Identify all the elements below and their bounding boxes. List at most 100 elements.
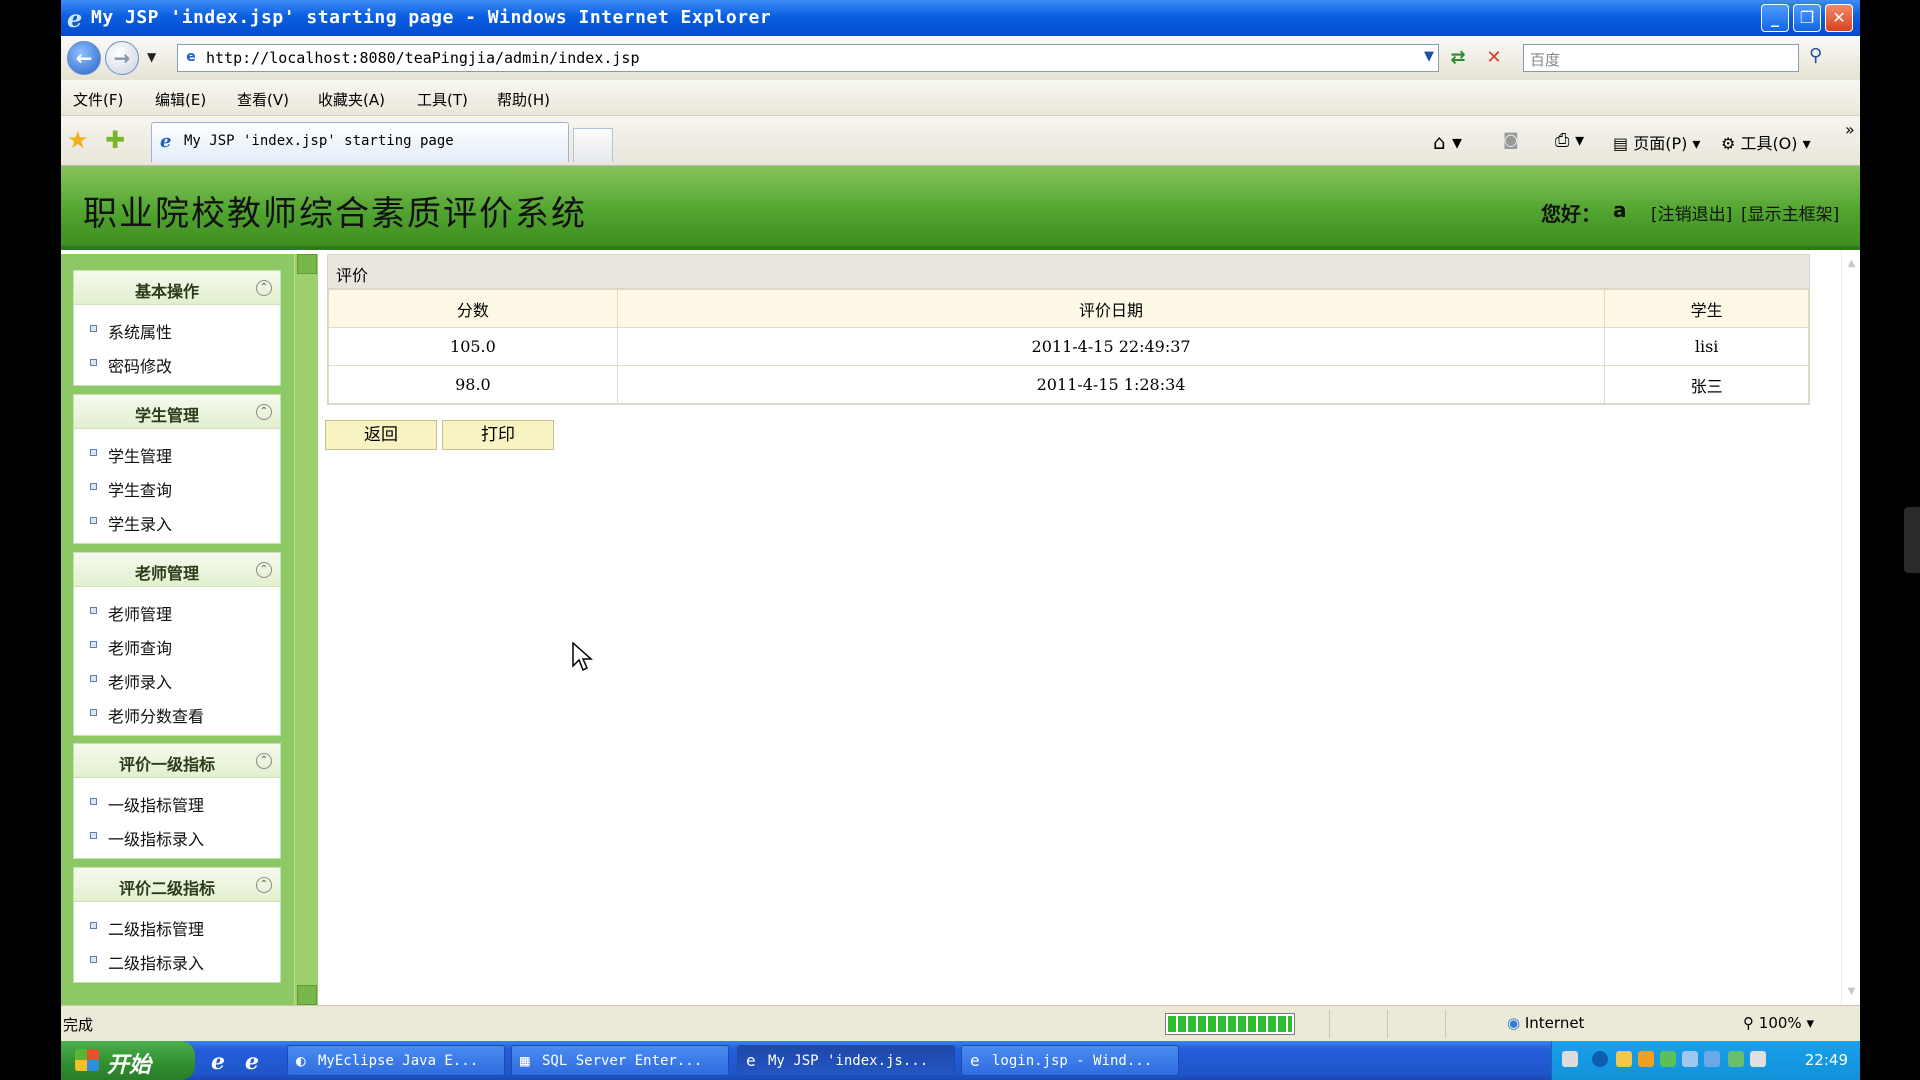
column-header: 评价日期 — [616, 289, 1606, 328]
home-icon[interactable]: ⌂ ▾ — [1433, 130, 1462, 154]
window-title-bar[interactable]: e My JSP 'index.jsp' starting page - Win… — [61, 0, 1860, 36]
tab-current[interactable]: e My JSP 'index.jsp' starting page — [151, 122, 569, 162]
url-field[interactable]: e http://localhost:8080/teaPingjia/admin… — [177, 44, 1439, 72]
sidebar-item-label: 老师查询 — [108, 639, 173, 658]
chevron-more-icon[interactable]: » — [1845, 120, 1855, 139]
monitor-icon[interactable] — [1682, 1051, 1698, 1067]
sidebar-item[interactable]: 学生录入 — [74, 503, 280, 537]
progress-fill — [1168, 1016, 1292, 1032]
stop-icon[interactable]: ✕ — [1481, 46, 1507, 72]
sidebar-group-header[interactable]: 老师管理 ⌃ — [74, 553, 280, 587]
search-icon[interactable]: ⚲ — [1809, 45, 1822, 66]
sidebar-item[interactable]: 学生查询 — [74, 469, 280, 503]
keyboard-icon[interactable] — [1562, 1051, 1578, 1067]
menu-favorites[interactable]: 收藏夹(A) — [318, 89, 385, 110]
sidebar-group-title: 老师管理 — [134, 564, 199, 583]
network-icon[interactable] — [1660, 1051, 1676, 1067]
favorites-star-icon[interactable]: ★ — [67, 126, 89, 154]
sidebar-item[interactable]: 老师分数查看 — [74, 695, 280, 729]
sidebar-item-label: 一级指标录入 — [108, 830, 205, 849]
close-button[interactable]: ✕ — [1825, 4, 1853, 32]
forward-button[interactable]: → — [105, 41, 139, 75]
search-input[interactable]: 百度 — [1523, 44, 1799, 72]
volume-icon[interactable] — [1728, 1051, 1744, 1067]
sidebar-group-header[interactable]: 基本操作 ⌃ — [74, 271, 280, 305]
zoom-icon: ⚲ — [1743, 1014, 1754, 1032]
page-icon: e — [186, 49, 196, 65]
status-divider — [1329, 1010, 1330, 1038]
history-dropdown-icon[interactable]: ▼ — [147, 50, 156, 64]
feeds-icon[interactable]: ◙ — [1503, 130, 1519, 149]
scroll-down-icon[interactable]: ▼ — [1844, 986, 1859, 1001]
quicklaunch-ie-icon[interactable]: e — [211, 1049, 225, 1075]
menu-file[interactable]: 文件(F) — [73, 89, 123, 110]
sidebar-item[interactable]: 二级指标管理 — [74, 908, 280, 942]
main-content: 评价 分数 评价日期 学生 105.0 2011-4-15 22:49:37 l… — [325, 254, 1842, 1005]
show-frame-link[interactable]: [显示主框架] — [1741, 200, 1839, 225]
sidebar-item[interactable]: 二级指标录入 — [74, 942, 280, 976]
restore-button[interactable]: ❐ — [1793, 4, 1821, 32]
sidebar-item[interactable]: 学生管理 — [74, 435, 280, 469]
greeting-label: 您好： — [1541, 202, 1601, 226]
print-icon[interactable]: ⎙ ▾ — [1555, 130, 1584, 151]
menu-tools[interactable]: 工具(T) — [417, 89, 468, 110]
frame-splitter[interactable] — [294, 254, 318, 1005]
app-title: 职业院校教师综合素质评价系统 — [83, 194, 587, 234]
side-panel-handle[interactable] — [1904, 507, 1920, 573]
back-button[interactable]: ← — [67, 41, 101, 75]
taskbar-button[interactable]: e login.jsp - Wind... — [961, 1045, 1179, 1076]
vertical-scrollbar[interactable]: ▲ ▼ — [1841, 250, 1860, 1005]
collapse-icon[interactable]: ⌃ — [256, 280, 272, 296]
logout-link[interactable]: [注销退出] — [1651, 200, 1732, 225]
tools-menu-button[interactable]: ⚙ 工具(O) ▾ — [1721, 130, 1811, 154]
globe-icon: ◉ — [1507, 1014, 1521, 1032]
sidebar-item[interactable]: 系统属性 — [74, 311, 280, 345]
sidebar-item[interactable]: 一级指标管理 — [74, 784, 280, 818]
sidebar-item[interactable]: 老师查询 — [74, 627, 280, 661]
sidebar-group-header[interactable]: 学生管理 ⌃ — [74, 395, 280, 429]
new-tab-button[interactable] — [573, 128, 613, 162]
menu-view[interactable]: 查看(V) — [237, 89, 289, 110]
collapse-icon[interactable]: ⌃ — [256, 562, 272, 578]
ie-icon: e — [970, 1051, 980, 1070]
page-menu-button[interactable]: ▤ 页面(P) ▾ — [1613, 130, 1700, 154]
battery-icon[interactable] — [1750, 1051, 1766, 1067]
tab-bar: ★ ✚ e My JSP 'index.jsp' starting page ⌂… — [61, 116, 1860, 166]
scroll-up-icon[interactable]: ▲ — [1844, 258, 1859, 273]
start-button[interactable]: 开始 — [61, 1041, 195, 1080]
zoom-control[interactable]: ⚲ 100% ▾ — [1743, 1014, 1814, 1032]
splitter-top-handle[interactable] — [297, 254, 317, 274]
taskbar-button-active[interactable]: e My JSP 'index.js... — [737, 1045, 955, 1076]
sidebar-group-header[interactable]: 评价一级指标 ⌃ — [74, 744, 280, 778]
sidebar-item-label: 二级指标管理 — [108, 920, 205, 939]
tray-expand-icon[interactable] — [1592, 1051, 1608, 1067]
security-zone[interactable]: ◉ Internet — [1507, 1014, 1584, 1032]
minimize-button[interactable]: _ — [1761, 4, 1789, 32]
username: a — [1613, 198, 1627, 222]
qq-icon[interactable] — [1638, 1051, 1654, 1067]
collapse-icon[interactable]: ⌃ — [256, 404, 272, 420]
sidebar-item[interactable]: 一级指标录入 — [74, 818, 280, 852]
add-favorite-icon[interactable]: ✚ — [105, 126, 125, 154]
quicklaunch-ie2-icon[interactable]: e — [245, 1049, 259, 1075]
splitter-bottom-handle[interactable] — [297, 985, 317, 1005]
table-row: 105.0 2011-4-15 22:49:37 lisi — [328, 327, 1809, 366]
menu-edit[interactable]: 编辑(E) — [155, 89, 206, 110]
sidebar-item[interactable]: 老师管理 — [74, 593, 280, 627]
print-button[interactable]: 打印 — [442, 420, 554, 450]
url-text[interactable]: http://localhost:8080/teaPingjia/admin/i… — [206, 49, 639, 67]
display-icon[interactable] — [1704, 1051, 1720, 1067]
collapse-icon[interactable]: ⌃ — [256, 877, 272, 893]
collapse-icon[interactable]: ⌃ — [256, 753, 272, 769]
column-header: 学生 — [1604, 289, 1809, 328]
url-dropdown-icon[interactable]: ▼ — [1424, 49, 1434, 64]
menu-help[interactable]: 帮助(H) — [497, 89, 550, 110]
taskbar-button[interactable]: ▦ SQL Server Enter... — [511, 1045, 729, 1076]
back-button-page[interactable]: 返回 — [325, 420, 437, 450]
refresh-icon[interactable]: ⇄ — [1445, 46, 1471, 72]
sidebar-item[interactable]: 老师录入 — [74, 661, 280, 695]
taskbar-button[interactable]: ◐ MyEclipse Java E... — [287, 1045, 505, 1076]
tray-app-icon[interactable] — [1616, 1051, 1632, 1067]
sidebar-item[interactable]: 密码修改 — [74, 345, 280, 379]
sidebar-group-header[interactable]: 评价二级指标 ⌃ — [74, 868, 280, 902]
